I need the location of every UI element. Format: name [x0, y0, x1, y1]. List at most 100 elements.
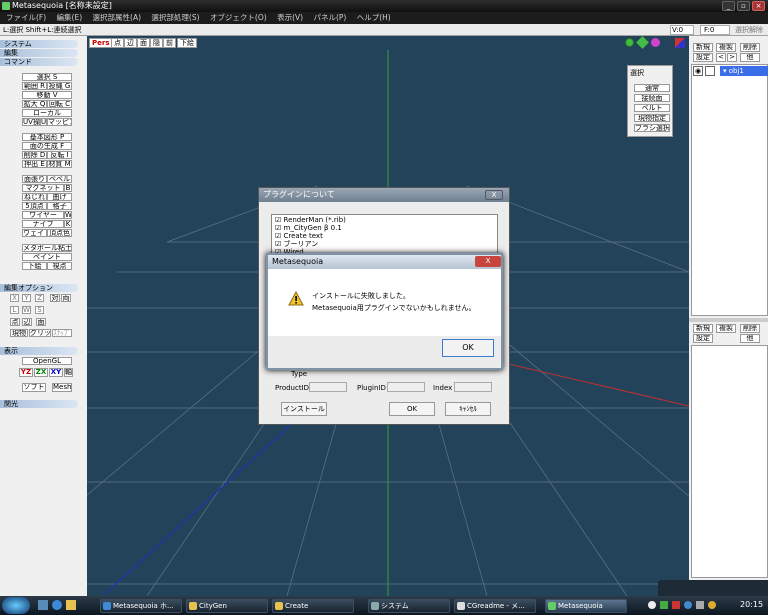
cmd-face-stretch[interactable]: 面張り	[22, 175, 47, 183]
cmd-paint[interactable]: ペイント	[22, 253, 72, 261]
cmd-magnet[interactable]: マグネット	[22, 184, 64, 192]
task-metasequoia-help[interactable]: Metasequoia ホ...	[100, 599, 182, 613]
disp-axis[interactable]: 軸	[64, 368, 73, 377]
install-button[interactable]: インストール	[281, 402, 327, 416]
view-face-toggle[interactable]: 面	[137, 38, 150, 48]
task-metasequoia[interactable]: Metasequoia	[545, 599, 627, 613]
task-create[interactable]: Create	[272, 599, 354, 613]
view-front-toggle[interactable]: 前	[163, 38, 176, 48]
menu-edit[interactable]: 編集(E)	[57, 13, 83, 22]
material-list[interactable]	[691, 345, 768, 578]
section-system[interactable]: システム	[0, 40, 78, 48]
cmd-bevel[interactable]: ベベル	[47, 175, 72, 183]
cmd-weight[interactable]: ウェイト	[22, 229, 47, 237]
opt-local[interactable]: L	[10, 306, 19, 314]
alert-ok-button[interactable]: OK	[442, 339, 494, 357]
section-display[interactable]: 表示	[0, 347, 78, 355]
plugin-item[interactable]: ☑ ブーリアン	[275, 240, 494, 248]
rotate-view-icon[interactable]	[651, 38, 660, 47]
cmd-magnet-key[interactable]: B	[64, 184, 72, 192]
view-pers-button[interactable]: Pers	[89, 38, 113, 48]
lock-icon[interactable]	[705, 66, 715, 76]
opt-world[interactable]: W	[22, 306, 31, 314]
disp-soft[interactable]: ソフト	[22, 383, 46, 392]
cmd-knife[interactable]: ナイフ	[22, 220, 64, 228]
object-delete-button[interactable]: 削除	[740, 43, 760, 52]
opt-z[interactable]: Z	[35, 294, 44, 302]
task-cgreadme[interactable]: CGreadme - メ...	[454, 599, 536, 613]
zoom-icon[interactable]	[625, 38, 634, 47]
cmd-lattice[interactable]: 格子	[47, 202, 72, 210]
show-desktop-icon[interactable]	[38, 600, 48, 610]
cmd-vertex-color[interactable]: 頂点色	[47, 229, 72, 237]
menu-view[interactable]: 表示(V)	[277, 13, 303, 22]
disp-opengl[interactable]: OpenGL	[22, 357, 72, 365]
section-edit[interactable]: 編集	[0, 49, 78, 57]
cmd-primitive[interactable]: 基本図形 P	[22, 133, 72, 141]
plugin-item[interactable]: ☑ m_CityGen β 0.1	[275, 224, 494, 232]
opt-current[interactable]: 現物	[10, 329, 28, 337]
opt-vertex[interactable]: 点	[10, 318, 20, 326]
cmd-wire[interactable]: ワイヤー	[22, 211, 64, 219]
plugin-list[interactable]: ☑ RenderMan (*.rib) ☑ m_CityGen β 0.1 ☑ …	[271, 214, 498, 258]
plugin-item[interactable]: ☑ RenderMan (*.rib)	[275, 216, 494, 224]
plugin-dialog-close-icon[interactable]: X	[485, 190, 503, 200]
minimize-button[interactable]: _	[722, 1, 735, 11]
cmd-mapping[interactable]: マッピング	[47, 118, 72, 126]
object-item-obj1[interactable]: ▾ obj1	[720, 66, 768, 76]
material-new-button[interactable]: 新規	[693, 324, 713, 333]
disp-zx[interactable]: ZX	[34, 368, 48, 377]
object-new-button[interactable]: 新規	[693, 43, 713, 52]
cmd-invert[interactable]: 反転 I	[47, 151, 72, 159]
plugin-ok-button[interactable]: OK	[389, 402, 435, 416]
ie-icon[interactable]	[52, 600, 62, 610]
cmd-make-face[interactable]: 面の生成 F	[22, 142, 72, 150]
object-next-button[interactable]: >	[727, 53, 737, 62]
cmd-viewpoint[interactable]: 視点	[47, 262, 72, 270]
cmd-metaball[interactable]: メタボール粘土	[22, 244, 72, 252]
close-button[interactable]: ×	[752, 1, 765, 11]
material-duplicate-button[interactable]: 複製	[716, 324, 736, 333]
task-system[interactable]: システム	[368, 599, 450, 613]
opt-grid[interactable]: グリッド	[29, 329, 51, 337]
alert-close-icon[interactable]: X	[475, 256, 501, 267]
cmd-wire-key[interactable]: W	[64, 211, 72, 219]
plugin-item[interactable]: ☑ Create text	[275, 232, 494, 240]
view-edge-toggle[interactable]: 辺	[124, 38, 137, 48]
cmd-twist[interactable]: ねじれ	[22, 193, 47, 201]
disp-mesh[interactable]: Mesh	[52, 383, 72, 392]
object-settings-button[interactable]: 設定	[693, 53, 713, 62]
cmd-delete[interactable]: 削除 D	[22, 151, 47, 159]
object-duplicate-button[interactable]: 複製	[716, 43, 736, 52]
maximize-button[interactable]: ▫	[737, 1, 750, 11]
cmd-underlay[interactable]: 下絵	[22, 262, 47, 270]
network-icon[interactable]	[684, 601, 692, 609]
opt-edge[interactable]: 辺	[22, 318, 32, 326]
menu-attribute[interactable]: 選択部属性(A)	[93, 13, 141, 22]
opt-face[interactable]: 面	[36, 318, 46, 326]
opt-snap[interactable]: ｽﾅｯﾌﾟ	[52, 329, 72, 337]
language-bar[interactable]	[658, 580, 768, 596]
select-current[interactable]: 現物指定	[634, 114, 670, 122]
cmd-uv[interactable]: UV操作	[22, 118, 40, 126]
clock[interactable]: 20:15	[740, 600, 763, 609]
section-light[interactable]: 関光	[0, 400, 78, 408]
cmd-rotate[interactable]: 回転 C	[47, 100, 72, 108]
view-underlay-toggle[interactable]: 下絵	[177, 38, 197, 48]
opt-screen[interactable]: S	[35, 306, 44, 314]
cmd-u[interactable]: U	[40, 118, 47, 126]
tray-icon[interactable]	[660, 601, 668, 609]
cmd-bend[interactable]: 曲げ	[47, 193, 72, 201]
volume-icon[interactable]	[696, 601, 704, 609]
material-settings-button[interactable]: 設定	[693, 334, 713, 343]
cmd-move[interactable]: 移動 V	[22, 91, 72, 99]
menu-panel[interactable]: パネル(P)	[313, 13, 346, 22]
cmd-range[interactable]: 範囲 R	[22, 82, 47, 90]
opt-symmetry[interactable]: 対	[50, 294, 60, 302]
panel-divider[interactable]	[689, 318, 768, 322]
viewport-settings-icon[interactable]	[675, 38, 685, 48]
cmd-select[interactable]: 選択 S	[22, 73, 72, 81]
disp-yz[interactable]: YZ	[19, 368, 33, 377]
explorer-icon[interactable]	[66, 600, 76, 610]
disp-xy[interactable]: XY	[49, 368, 63, 377]
